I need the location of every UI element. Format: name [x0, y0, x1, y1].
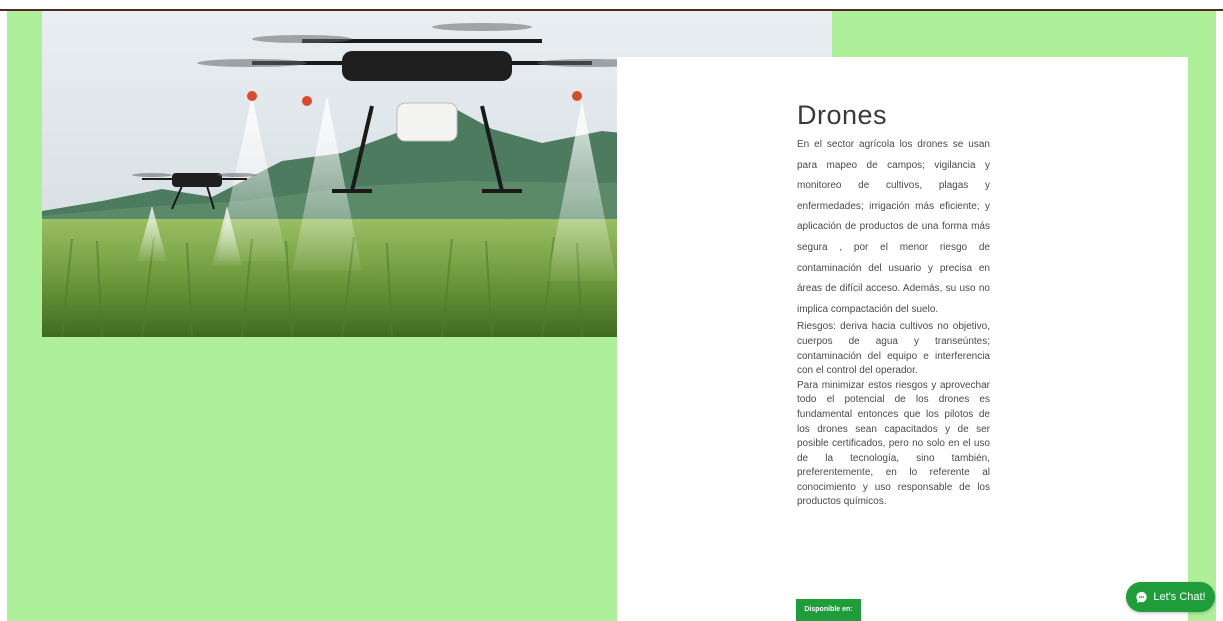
- paragraph-risks: Riesgos: deriva hacia cultivos no objeti…: [797, 321, 990, 377]
- chat-label: Let's Chat!: [1153, 591, 1206, 603]
- paragraph-uses: En el sector agrícola los drones se usan…: [797, 139, 990, 315]
- section-title: Drones: [797, 100, 888, 130]
- available-on-button[interactable]: Disponible en:: [796, 599, 861, 621]
- chat-bubble-icon: [1136, 591, 1148, 603]
- lets-chat-button[interactable]: Let's Chat!: [1126, 582, 1215, 612]
- section-body: En el sector agrícola los drones se usan…: [797, 135, 990, 510]
- paragraph-recommendations: Para minimizar estos riesgos y aprovecha…: [797, 379, 990, 508]
